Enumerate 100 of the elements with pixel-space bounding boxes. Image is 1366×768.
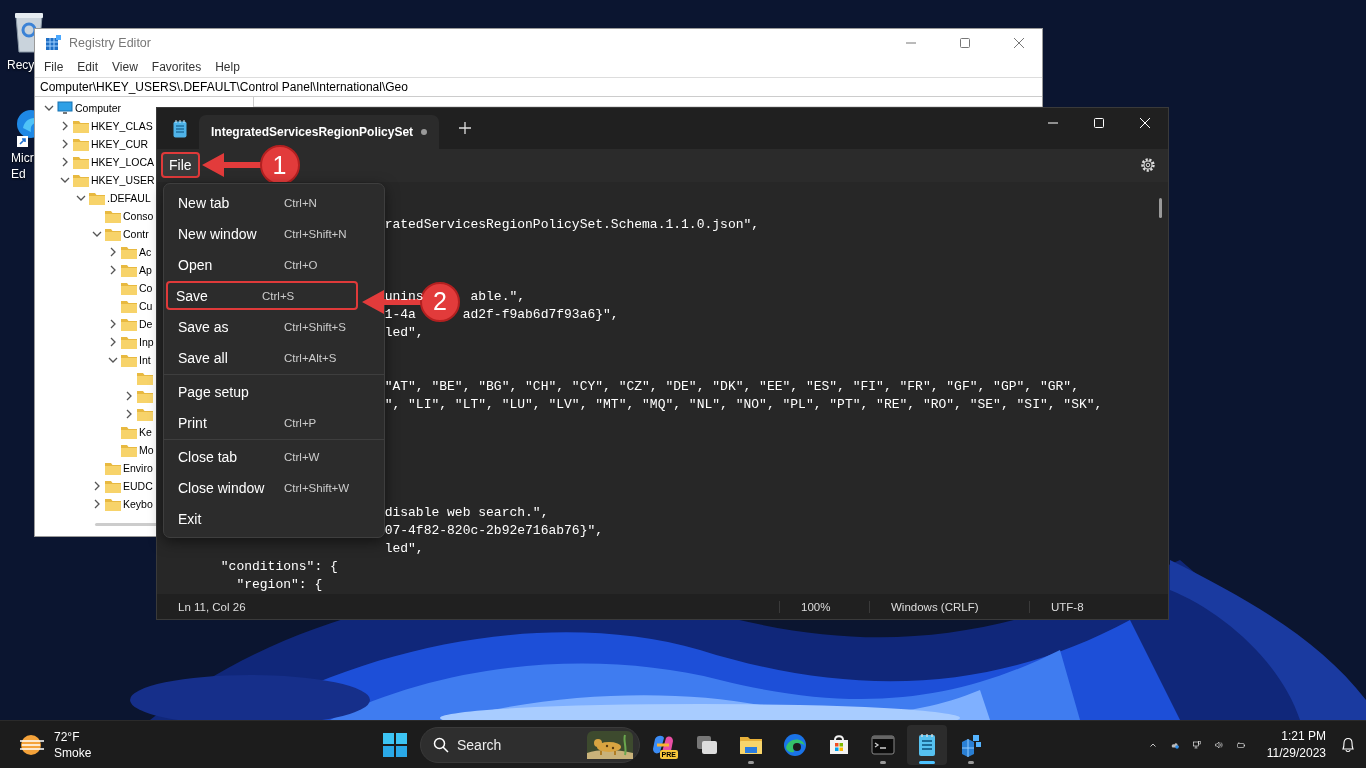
code-text: 1-4a — [384, 308, 416, 323]
code-text: led", — [384, 326, 424, 341]
tree-item[interactable]: Keybo — [89, 495, 153, 513]
tree-item[interactable]: .DEFAUL — [73, 189, 151, 207]
tree-item[interactable]: Contr — [89, 225, 149, 243]
menu-item[interactable]: View — [105, 60, 145, 74]
folder-icon — [121, 245, 137, 259]
computer-icon — [57, 101, 73, 115]
tree-item[interactable]: Ac — [105, 243, 152, 261]
tree-item[interactable]: Inp — [105, 333, 154, 351]
status-text: UTF-8 — [1029, 600, 1168, 613]
terminal-icon — [871, 732, 895, 757]
tree-label: Keybo — [123, 498, 153, 510]
menu-item[interactable]: Edit — [70, 60, 106, 74]
tree-item[interactable]: Mo — [105, 441, 154, 459]
address-bar[interactable]: Computer\HKEY_USERS\.DEFAULT\Control Panel\International\Geo — [35, 77, 1042, 97]
code-text: ratedServicesRegionPolicySet.Schema.1.1.0.json", — [384, 218, 760, 233]
menu-item[interactable]: Page setup — [168, 377, 380, 406]
registry-icon — [959, 732, 983, 757]
tree-label: Ap — [139, 264, 152, 276]
tree-item[interactable]: De — [105, 315, 153, 333]
tree-label: Contr — [123, 228, 149, 240]
settings-icon[interactable] — [1140, 157, 1156, 174]
tab-title: IntegratedServicesRegionPolicySet — [211, 124, 414, 139]
shortcut-text: Ctrl+Alt+S — [284, 351, 338, 364]
code-text: ad2f-f9ab6d7f93a6}", — [462, 308, 619, 323]
weather-icon[interactable] — [18, 732, 46, 757]
tree-label: HKEY_USER — [91, 174, 155, 186]
tree-label: HKEY_LOCA — [91, 156, 155, 168]
taskbar-button[interactable] — [907, 724, 947, 765]
windows-logo-icon — [383, 732, 407, 757]
menu-label: Save — [176, 287, 209, 304]
folder-icon — [121, 299, 137, 313]
folder-icon — [73, 155, 89, 169]
menu-label: Page setup — [178, 383, 250, 400]
window-title: Registry Editor — [69, 36, 151, 50]
tree-item[interactable]: Int — [105, 351, 151, 369]
tree-item[interactable]: Ke — [105, 423, 152, 441]
tree-item[interactable]: HKEY_LOCA — [57, 153, 155, 171]
search-field[interactable]: Search — [457, 736, 567, 753]
menu-item[interactable]: Open Ctrl+O — [168, 250, 380, 279]
menu-item[interactable]: File — [161, 152, 200, 179]
menu-item[interactable]: Close window Ctrl+Shift+W — [168, 473, 380, 502]
tree-item[interactable]: Cu — [105, 297, 153, 315]
clock-date[interactable]: 11/29/2023 — [1266, 744, 1326, 762]
folder-icon — [105, 227, 121, 241]
status-text: 100% — [779, 600, 869, 613]
desktop-icon-label[interactable]: Recy — [7, 57, 35, 73]
tree-item[interactable]: HKEY_CUR — [57, 135, 149, 153]
shortcut-text: Ctrl+O — [284, 258, 319, 271]
tree-item[interactable]: Enviro — [89, 459, 153, 477]
tab[interactable]: IntegratedServicesRegionPolicySet — [199, 114, 439, 149]
menu-item[interactable]: Save all Ctrl+Alt+S — [168, 343, 380, 372]
tree-label: Cu — [139, 300, 153, 312]
shortcut-text: Ctrl+Shift+S — [284, 320, 347, 333]
tree-label: .DEFAUL — [107, 192, 151, 204]
tree-item[interactable]: EUDC — [89, 477, 153, 495]
folder-icon — [105, 461, 121, 475]
menu-item[interactable]: Exit — [168, 504, 380, 533]
tree-label: Co — [139, 282, 153, 294]
tree-item[interactable]: Conso — [89, 207, 154, 225]
tree-item[interactable]: Computer — [41, 99, 122, 117]
weather-condition: Smoke — [54, 744, 92, 761]
menu-label: New window — [178, 225, 258, 242]
menu-label: Close window — [178, 479, 266, 496]
menu-item[interactable]: New tab Ctrl+N — [168, 188, 380, 217]
shortcut-text: Ctrl+S — [262, 289, 296, 302]
tree-label: Enviro — [123, 462, 153, 474]
code-text: disable web search.", — [384, 506, 549, 521]
menu-item[interactable]: Favorites — [144, 60, 209, 74]
tree-label: HKEY_CUR — [91, 138, 149, 150]
menu-item[interactable]: Close tab Ctrl+W — [168, 442, 380, 471]
folder-icon — [137, 389, 153, 403]
clock-time[interactable]: 1:21 PM — [1281, 727, 1326, 745]
temperature: 72°F — [54, 728, 81, 745]
tree-item[interactable]: HKEY_USER — [57, 171, 155, 189]
callout-arrow — [201, 153, 262, 178]
registry-icon — [45, 35, 61, 51]
desktop-icon-label[interactable]: Micr — [11, 150, 34, 166]
menu-item[interactable]: Save as Ctrl+Shift+S — [168, 312, 380, 341]
folder-icon — [121, 317, 137, 331]
menu-item[interactable]: File — [37, 60, 71, 74]
desktop-icon-label[interactable]: Ed — [11, 166, 26, 182]
shortcut-text: Ctrl+P — [284, 416, 318, 429]
tree-item[interactable]: Co — [105, 279, 153, 297]
menu-label: New tab — [178, 194, 231, 211]
folder-icon — [121, 425, 137, 439]
tree-label: Computer — [75, 102, 122, 114]
tree-item[interactable]: HKEY_CLAS — [57, 117, 153, 135]
menu-item[interactable]: New window Ctrl+Shift+N — [168, 219, 380, 248]
folder-icon — [121, 263, 137, 277]
folder-icon — [73, 119, 89, 133]
tree-item[interactable]: Ap — [105, 261, 152, 279]
folder-icon — [73, 137, 89, 151]
tree-label: Ac — [139, 246, 152, 258]
notification-bell-icon[interactable] — [1340, 736, 1356, 753]
menu-item[interactable]: Print Ctrl+P — [168, 408, 380, 437]
code-text: "AT", "BE", "BG", "CH", "CY", "CZ", "DE", "DK", "EE", "ES", "FI", "FR", "GF", "GP", "GR", — [384, 380, 1079, 395]
menu-item[interactable]: Help — [208, 60, 247, 74]
scrollbar[interactable] — [1159, 198, 1162, 219]
